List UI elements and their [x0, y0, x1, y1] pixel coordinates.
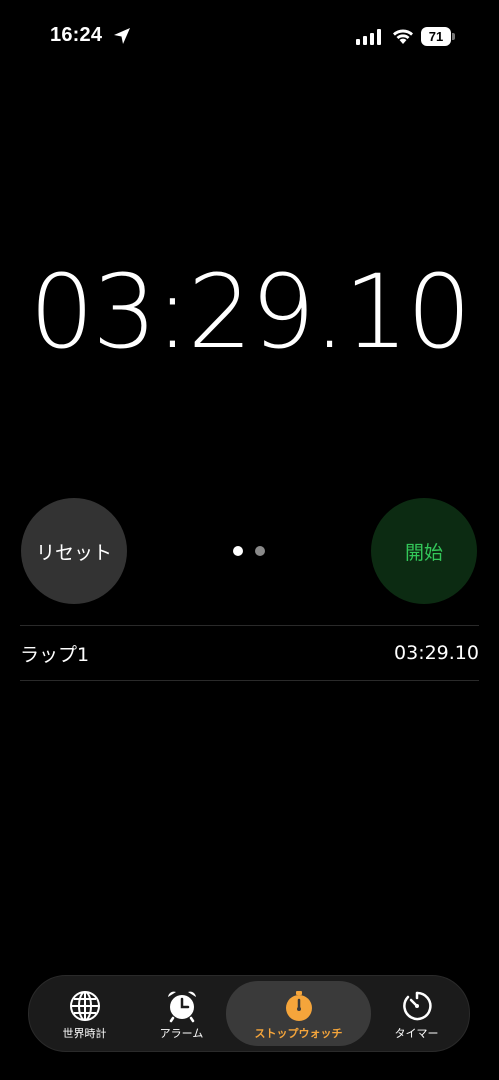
divider: [20, 680, 479, 681]
page-indicator[interactable]: [232, 546, 272, 558]
status-time: 16:24: [50, 24, 103, 46]
tab-label: アラーム: [159, 1027, 204, 1040]
timer-icon: [402, 991, 432, 1021]
lap-row: ラップ1 03:29.10: [20, 626, 479, 680]
tab-timer[interactable]: タイマー: [364, 981, 469, 1046]
cellular-signal-icon: [356, 29, 381, 45]
reset-button[interactable]: リセット: [21, 498, 127, 604]
tab-bar: 世界時計 アラーム ストップウォッチ タイマー: [28, 975, 470, 1052]
lap-time: 03:29.10: [394, 642, 479, 664]
tab-label: タイマー: [394, 1027, 439, 1040]
tab-label: ストップウォッチ: [254, 1027, 343, 1040]
stopwatch-icon: [285, 991, 312, 1021]
lap-list: ラップ1 03:29.10: [20, 625, 479, 681]
battery-indicator: 71: [421, 27, 451, 46]
page-dot: [255, 546, 265, 556]
tab-alarm[interactable]: アラーム: [129, 981, 234, 1046]
battery-cap: [452, 33, 455, 40]
lap-label: ラップ1: [20, 643, 90, 666]
tab-stopwatch[interactable]: ストップウォッチ: [226, 981, 371, 1046]
tab-world-clock[interactable]: 世界時計: [32, 981, 137, 1046]
start-button[interactable]: 開始: [371, 498, 477, 604]
stopwatch-display: 03:29.10: [29, 253, 471, 372]
alarm-clock-icon: [167, 991, 196, 1023]
status-bar: 16:24 71: [0, 0, 499, 76]
wifi-icon: [393, 29, 413, 44]
location-arrow-icon: [114, 28, 130, 44]
tab-label: 世界時計: [62, 1027, 107, 1040]
page-dot-active: [233, 546, 243, 556]
globe-icon: [69, 991, 100, 1021]
